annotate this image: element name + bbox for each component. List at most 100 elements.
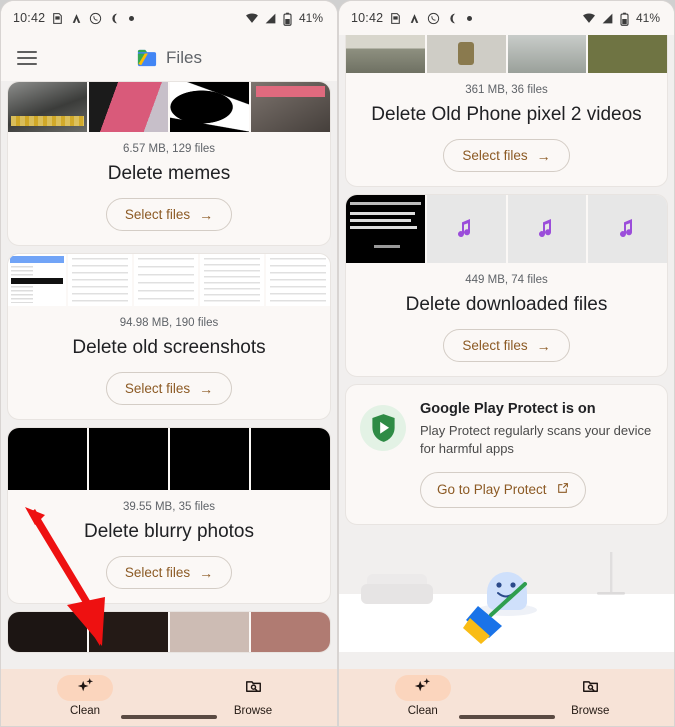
app-title: Files	[166, 48, 202, 67]
screenshot-thumb-1	[8, 254, 66, 306]
right-content-scroll[interactable]: 361 MB, 36 files Delete Old Phone pixel …	[339, 35, 674, 669]
signal-icon	[601, 12, 614, 25]
meme-thumb-4	[251, 82, 330, 132]
status-bar-left: 10:42	[13, 11, 135, 25]
cleanup-card-screenshots[interactable]: 94.98 MB, 190 files Delete old screensho…	[7, 253, 331, 420]
whatsapp-icon	[427, 12, 440, 25]
play-protect-description: Play Protect regularly scans your device…	[420, 423, 652, 456]
arrow-right-icon: →	[199, 380, 214, 397]
status-bar-left: 10:42	[351, 11, 473, 25]
card-meta: 361 MB, 36 files	[465, 84, 548, 96]
nav-tab-clean[interactable]: Clean	[339, 675, 507, 717]
sparkle-icon	[413, 677, 432, 699]
nav-pill-clean	[394, 675, 451, 701]
play-protect-body: Google Play Protect is on Play Protect r…	[420, 401, 653, 508]
status-time: 10:42	[13, 11, 46, 25]
cleaning-mascot-illustration	[339, 531, 674, 652]
card-action-row: Select files →	[8, 198, 330, 231]
right-phone-screen: 10:42 41% 361 MB, 36 files Delete Old Ph…	[338, 0, 675, 727]
thumbnail-strip	[346, 195, 667, 263]
left-content-scroll[interactable]: 6.57 MB, 129 files Delete memes Select f…	[1, 81, 337, 669]
wifi-icon	[582, 12, 595, 25]
meme-thumb-3	[170, 82, 249, 132]
lamp-shape	[597, 551, 625, 595]
files-logo-icon	[136, 48, 158, 68]
download-thumb-quote	[346, 195, 425, 263]
arrow-right-icon: →	[536, 337, 551, 354]
screenshot-thumb-5	[266, 254, 330, 306]
sparkle-icon	[76, 677, 95, 699]
cleanup-card-memes[interactable]: 6.57 MB, 129 files Delete memes Select f…	[7, 81, 331, 246]
blurry-thumb-3	[170, 428, 249, 490]
left-phone-screen: 10:42 41% Files 6.57 MB, 129 files Delet…	[0, 0, 338, 727]
nav-pill-browse	[225, 675, 281, 701]
adb-icon	[408, 12, 421, 25]
music-note-icon-2	[507, 195, 587, 263]
thumbnail-strip	[8, 612, 330, 652]
external-link-icon	[556, 482, 569, 498]
hamburger-menu-icon[interactable]	[17, 51, 37, 65]
do-not-disturb-icon	[446, 12, 459, 25]
select-files-button[interactable]: Select files →	[105, 198, 233, 231]
mascot-shape	[477, 571, 537, 616]
card-meta: 449 MB, 74 files	[465, 274, 548, 286]
music-note-icon-1	[426, 195, 506, 263]
play-protect-shield-icon	[360, 405, 406, 451]
card-meta: 39.55 MB, 35 files	[122, 501, 216, 513]
card-action-row: Select files →	[346, 329, 667, 362]
status-bar: 10:42 41%	[339, 1, 674, 35]
card-action-row: Select files →	[8, 372, 330, 405]
meme-thumb-1	[8, 82, 87, 132]
cleanup-card-old-phone-videos[interactable]: 361 MB, 36 files Delete Old Phone pixel …	[345, 35, 668, 187]
sofa-shape	[361, 573, 433, 604]
card-action-row: Select files →	[8, 556, 330, 589]
video-thumb-2	[426, 35, 506, 73]
card-action-row: Select files →	[346, 139, 667, 172]
arrow-right-icon: →	[199, 564, 214, 581]
gesture-bar	[121, 715, 217, 719]
sim-card-icon	[51, 12, 64, 25]
cleanup-card-partial[interactable]	[7, 611, 331, 653]
select-files-label: Select files	[462, 148, 528, 163]
battery-icon	[620, 12, 629, 26]
select-files-button[interactable]: Select files →	[105, 556, 233, 589]
go-to-play-protect-label: Go to Play Protect	[437, 482, 547, 498]
nav-label-browse: Browse	[233, 705, 273, 717]
card-title: Delete old screenshots	[72, 337, 266, 358]
bottom-navigation: Clean Browse	[1, 669, 337, 726]
nav-tab-browse[interactable]: Browse	[169, 675, 337, 717]
battery-icon	[283, 12, 292, 26]
card-title: Delete memes	[107, 163, 231, 184]
select-files-button[interactable]: Select files →	[443, 139, 570, 172]
cleanup-card-blurry-photos[interactable]: 39.55 MB, 35 files Delete blurry photos …	[7, 427, 331, 604]
play-protect-card[interactable]: Google Play Protect is on Play Protect r…	[345, 384, 668, 525]
nav-label-clean: Clean	[407, 705, 438, 717]
screenshot-thumb-4	[200, 254, 264, 306]
thumbnail-strip	[8, 428, 330, 490]
card-title: Delete blurry photos	[83, 521, 255, 542]
card-title: Delete Old Phone pixel 2 videos	[371, 104, 642, 125]
folder-search-icon	[581, 677, 600, 700]
blurry-thumb-4	[251, 428, 330, 490]
select-files-label: Select files	[124, 207, 191, 222]
app-brand: Files	[1, 48, 337, 68]
select-files-label: Select files	[124, 381, 191, 396]
wifi-icon	[245, 12, 258, 25]
partial-thumb-3	[170, 612, 249, 652]
partial-thumb-2	[89, 612, 168, 652]
nav-tab-clean[interactable]: Clean	[1, 675, 169, 717]
cleanup-card-downloaded-files[interactable]: 449 MB, 74 files Delete downloaded files…	[345, 194, 668, 377]
video-thumb-4	[588, 35, 667, 73]
nav-pill-clean	[57, 675, 113, 701]
status-bar-right: 41%	[245, 11, 323, 26]
nav-tab-browse[interactable]: Browse	[507, 675, 675, 717]
app-bar: Files	[1, 35, 337, 81]
go-to-play-protect-button[interactable]: Go to Play Protect	[420, 471, 586, 508]
select-files-button[interactable]: Select files →	[443, 329, 570, 362]
play-protect-action-row: Go to Play Protect	[420, 471, 653, 508]
screenshot-thumb-2	[68, 254, 132, 306]
card-title: Delete downloaded files	[405, 294, 608, 315]
nav-pill-browse	[562, 675, 618, 701]
select-files-button[interactable]: Select files →	[105, 372, 233, 405]
dot-icon	[129, 15, 135, 21]
